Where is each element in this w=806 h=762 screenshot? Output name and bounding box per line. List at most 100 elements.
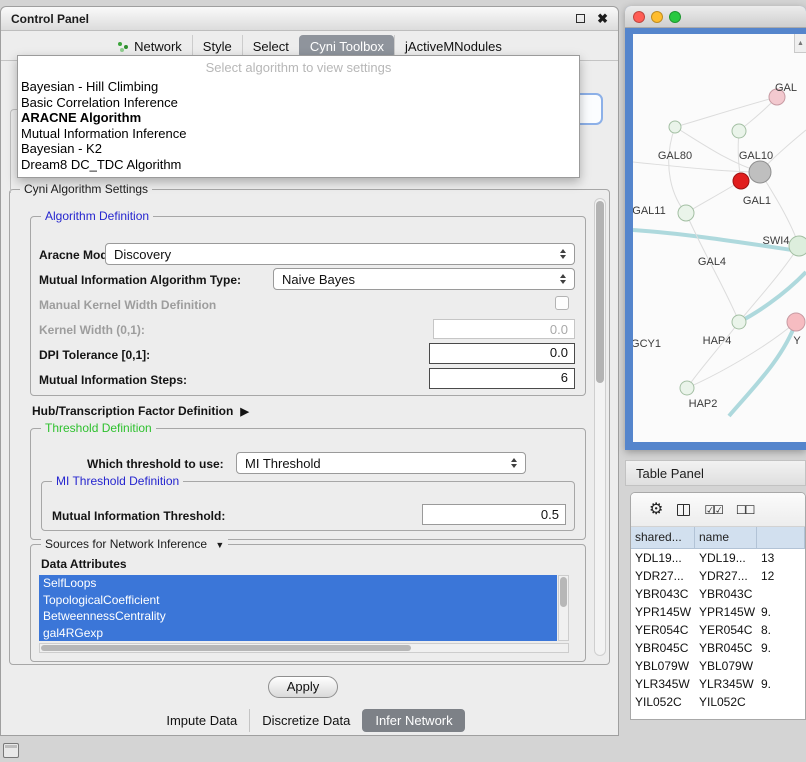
- table-row[interactable]: YDR27...YDR27...12: [631, 567, 805, 585]
- expand-right-icon: ▶: [240, 405, 248, 418]
- which-threshold-select[interactable]: MI Threshold: [236, 452, 526, 474]
- settings-scrollbar[interactable]: [594, 198, 606, 656]
- bottom-tab-infer-network[interactable]: Infer Network: [362, 709, 464, 732]
- algorithm-option-dream8-dc-tdc-algorithm[interactable]: Dream8 DC_TDC Algorithm: [18, 157, 579, 173]
- table-cell: 9.: [757, 639, 805, 657]
- table-cell: YBR043C: [631, 585, 695, 603]
- network-node[interactable]: [680, 381, 694, 395]
- deselect-all-checkboxes-icon[interactable]: ☐☐: [736, 503, 754, 517]
- tab-label: Cyni Toolbox: [310, 39, 384, 54]
- column-header-shared[interactable]: shared...: [631, 527, 695, 548]
- mi-threshold-field[interactable]: 0.5: [422, 504, 566, 525]
- attributes-vertical-scrollbar[interactable]: [558, 575, 569, 641]
- mi-threshold-group: MI Threshold Definition Mutual Informati…: [41, 481, 575, 531]
- mi-steps-field[interactable]: 6: [429, 368, 575, 389]
- aracne-mode-select[interactable]: Discovery: [105, 243, 575, 265]
- table-row[interactable]: YIL052CYIL052C: [631, 693, 805, 711]
- close-window-icon[interactable]: ✖: [597, 12, 608, 25]
- network-node[interactable]: [732, 315, 746, 329]
- zoom-traffic-light[interactable]: [669, 11, 681, 23]
- scrollbar-thumb[interactable]: [596, 201, 604, 383]
- algorithm-option-aracne-algorithm[interactable]: ARACNE Algorithm: [18, 110, 579, 126]
- attribute-item-selfloops[interactable]: SelfLoops: [39, 575, 557, 592]
- bottom-tab-bar: Impute DataDiscretize DataInfer Network: [1, 707, 618, 733]
- column-header-name[interactable]: name: [695, 527, 757, 548]
- network-node[interactable]: [789, 236, 806, 256]
- settings-group-title: Cyni Algorithm Settings: [20, 182, 152, 196]
- table-toolbar: ⚙ ☑☑ ☐☐: [631, 493, 805, 527]
- table-row[interactable]: YBL079WYBL079W: [631, 657, 805, 675]
- dpi-tolerance-field[interactable]: 0.0: [429, 343, 575, 364]
- table-header-row: shared...name: [631, 527, 805, 549]
- attribute-item-betweennesscentrality[interactable]: BetweennessCentrality: [39, 608, 557, 625]
- algorithm-option-bayesian-hill-climbing[interactable]: Bayesian - Hill Climbing: [18, 79, 579, 95]
- minimize-traffic-light[interactable]: [651, 11, 663, 23]
- table-cell: 12: [757, 567, 805, 585]
- node-label-gal10: GAL10: [739, 150, 773, 162]
- column-header-col2[interactable]: [757, 527, 805, 548]
- sources-group-title[interactable]: Sources for Network Inference ▼: [41, 537, 228, 551]
- algorithm-list: Bayesian - Hill ClimbingBasic Correlatio…: [18, 79, 579, 172]
- table-cell: YBR045C: [695, 639, 757, 657]
- window-title: Control Panel: [11, 12, 576, 26]
- algorithm-option-basic-correlation-inference[interactable]: Basic Correlation Inference: [18, 95, 579, 111]
- algorithm-option-bayesian-k2[interactable]: Bayesian - K2: [18, 141, 579, 157]
- attribute-item-topologicalcoefficient[interactable]: TopologicalCoefficient: [39, 592, 557, 609]
- manual-kernel-checkbox[interactable]: [555, 296, 569, 310]
- table-panel-title: Table Panel: [636, 466, 704, 481]
- gear-icon[interactable]: ⚙: [649, 502, 663, 518]
- columns-icon[interactable]: [677, 504, 690, 516]
- table-cell: YPR145W: [631, 603, 695, 621]
- dpi-tolerance-label: DPI Tolerance [0,1]:: [39, 348, 150, 362]
- mi-threshold-group-title: MI Threshold Definition: [52, 474, 183, 488]
- table-row[interactable]: YBR045CYBR045C9.: [631, 639, 805, 657]
- panel-corner-icon[interactable]: [3, 743, 19, 758]
- algorithm-option-mutual-information-inference[interactable]: Mutual Information Inference: [18, 126, 579, 142]
- network-node[interactable]: [787, 313, 805, 331]
- table-row[interactable]: YBR043CYBR043C: [631, 585, 805, 603]
- close-traffic-light[interactable]: [633, 11, 645, 23]
- network-scrollbar[interactable]: ▲: [794, 34, 806, 53]
- stepper-arrows-icon: [555, 249, 571, 259]
- tab-label: Select: [253, 39, 289, 54]
- network-node[interactable]: [678, 205, 694, 221]
- table-cell: [757, 585, 805, 603]
- table-panel-header: Table Panel: [625, 460, 806, 486]
- network-node[interactable]: [733, 173, 749, 189]
- table-row[interactable]: YER054CYER054C8.: [631, 621, 805, 639]
- table-row[interactable]: YLR345WYLR345W9.: [631, 675, 805, 693]
- cyni-algorithm-settings-group: Cyni Algorithm Settings Algorithm Defini…: [9, 189, 610, 665]
- network-node[interactable]: [669, 121, 681, 133]
- table-cell: YDR27...: [631, 567, 695, 585]
- network-node[interactable]: [749, 161, 771, 183]
- bottom-tab-impute-data[interactable]: Impute Data: [154, 709, 249, 732]
- table-row[interactable]: YPR145WYPR145W9.: [631, 603, 805, 621]
- mi-type-value: Naive Bayes: [274, 272, 555, 287]
- aracne-mode-value: Discovery: [106, 247, 555, 262]
- table-cell: YDR27...: [695, 567, 757, 585]
- restore-window-icon[interactable]: [576, 14, 585, 23]
- which-threshold-label: Which threshold to use:: [87, 457, 224, 471]
- kernel-width-field[interactable]: 0.0: [433, 319, 575, 339]
- node-label-gal4: GAL4: [698, 256, 726, 268]
- attributes-horizontal-scrollbar[interactable]: [39, 643, 569, 653]
- network-canvas[interactable]: GALGAL80GAL10GAL11GAL1SWI4GAL4GCY1HAP4YH…: [633, 34, 806, 442]
- table-cell: 8.: [757, 621, 805, 639]
- scrollbar-thumb[interactable]: [41, 645, 411, 651]
- select-all-checkboxes-icon[interactable]: ☑☑: [704, 503, 722, 517]
- table-row[interactable]: YDL19...YDL19...13: [631, 549, 805, 567]
- dpi-tolerance-value: 0.0: [550, 345, 568, 360]
- node-label-gal: GAL: [775, 82, 797, 94]
- dropdown-placeholder: Select algorithm to view settings: [18, 56, 579, 79]
- mi-threshold-value: 0.5: [541, 507, 559, 522]
- network-node[interactable]: [732, 124, 746, 138]
- mi-type-select[interactable]: Naive Bayes: [273, 268, 575, 290]
- apply-button[interactable]: Apply: [268, 676, 338, 698]
- hub-transcription-factor-section[interactable]: Hub/Transcription Factor Definition ▶: [32, 404, 249, 418]
- scrollbar-thumb[interactable]: [560, 577, 567, 607]
- table-panel-window: ⚙ ☑☑ ☐☐ shared...name YDL19...YDL19...13…: [630, 492, 806, 720]
- table-cell: YBR043C: [695, 585, 757, 603]
- attribute-item-gal4rgexp[interactable]: gal4RGexp: [39, 625, 557, 642]
- table-cell: YLR345W: [695, 675, 757, 693]
- bottom-tab-discretize-data[interactable]: Discretize Data: [249, 709, 362, 732]
